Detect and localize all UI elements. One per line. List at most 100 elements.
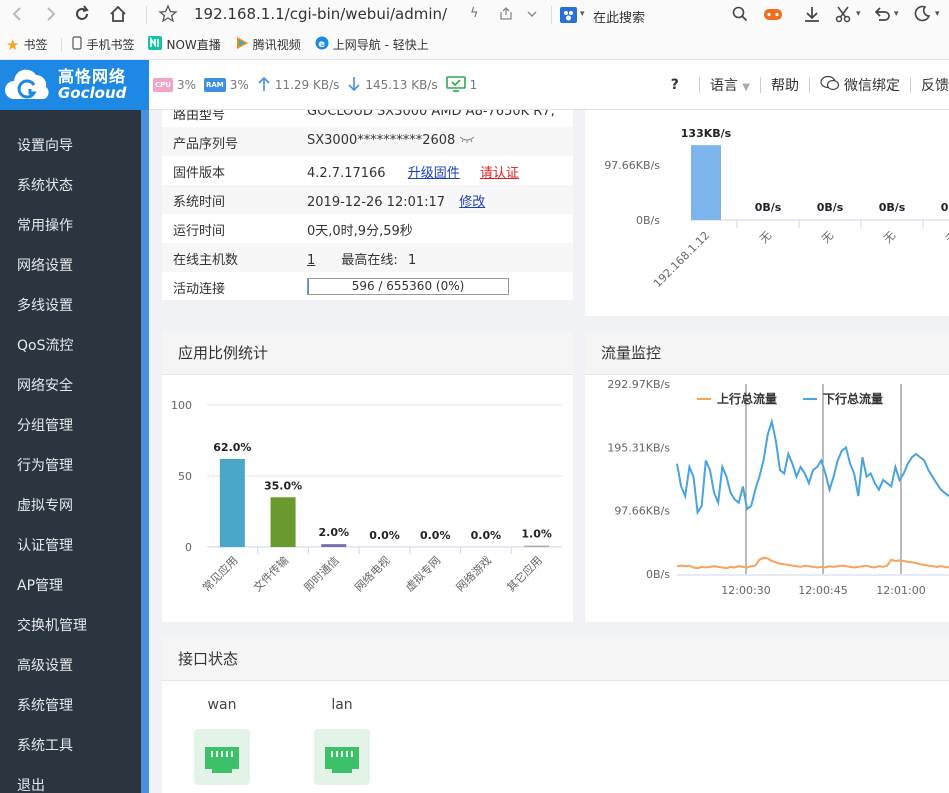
- toolbar-divider: [551, 6, 552, 24]
- y-tick-label: 0B/s: [636, 214, 660, 227]
- x-tick-label: 12:00:30: [721, 584, 770, 597]
- home-icon[interactable]: [108, 4, 128, 29]
- download-icon[interactable]: [802, 4, 822, 29]
- night-mode-dropdown-icon[interactable]: ▾: [935, 9, 940, 19]
- language-label: 语言: [709, 78, 738, 94]
- feedback-link[interactable]: 反馈: [921, 75, 949, 95]
- eye-closed-icon[interactable]: [459, 133, 475, 148]
- x-tick-label: 网络电视: [352, 553, 393, 594]
- online-hosts-label: 在线主机数: [173, 253, 239, 268]
- sidebar-item-behavior[interactable]: 行为管理: [0, 446, 141, 486]
- undo-icon[interactable]: [872, 4, 892, 29]
- share-icon[interactable]: [498, 6, 514, 27]
- x-tick-label: 即时通信: [302, 554, 342, 594]
- x-tick-label: 无: [757, 229, 774, 246]
- brand-logo[interactable]: 高恪网络 Gocloud: [0, 60, 149, 110]
- y-tick-label: 97.66KB/s: [614, 505, 670, 518]
- forward-icon[interactable]: [40, 4, 60, 29]
- online-hosts-value[interactable]: 1: [307, 253, 315, 268]
- edit-time-link[interactable]: 修改: [459, 195, 485, 210]
- search-engine-icon[interactable]: [560, 7, 577, 23]
- max-online-label: 最高在线:: [341, 253, 398, 268]
- ethernet-port-icon: [314, 729, 370, 785]
- scissors-dropdown-icon[interactable]: ▾: [856, 9, 861, 19]
- header-divider: [809, 77, 810, 93]
- search-engine-dropdown-icon[interactable]: ▾: [580, 9, 585, 19]
- toolbar-divider: [146, 6, 147, 24]
- sidebar-item-system-admin[interactable]: 系统管理: [0, 686, 141, 726]
- monitor-check-icon: [445, 75, 466, 95]
- help-link[interactable]: 帮助: [771, 75, 799, 95]
- x-tick-label: 网络游戏: [453, 553, 494, 594]
- dropdown-icon[interactable]: [526, 6, 538, 27]
- star-icon[interactable]: [158, 4, 178, 29]
- interface-status-panel: 接口状态 wan lan: [162, 637, 949, 793]
- x-tick-label: 常见应用: [199, 553, 240, 594]
- upgrade-firmware-link[interactable]: 升级固件: [408, 166, 460, 181]
- authenticate-link[interactable]: 请认证: [480, 166, 519, 181]
- sidebar-item-security[interactable]: 网络安全: [0, 366, 141, 406]
- download-value: 145.13 KB/s: [365, 78, 438, 92]
- y-tick-label: 97.66KB/s: [604, 159, 660, 172]
- serial-label: 产品序列号: [173, 137, 239, 152]
- bookmark-navigation[interactable]: e 上网导航 - 轻快上: [315, 36, 429, 54]
- x-tick-label: 无: [881, 229, 898, 246]
- sidebar-item-advanced[interactable]: 高级设置: [0, 646, 141, 686]
- bookmark-favorites[interactable]: ★ 书签: [6, 36, 47, 54]
- sidebar-item-system-status[interactable]: 系统状态: [0, 166, 141, 206]
- info-row-time: 系统时间 2019-12-26 12:01:17 修改: [162, 185, 573, 214]
- night-mode-icon[interactable]: [912, 4, 932, 29]
- scissors-icon[interactable]: [834, 4, 854, 29]
- ethernet-port-icon: [194, 729, 250, 785]
- bar: [270, 497, 296, 547]
- wechat-bind-label: 微信绑定: [844, 78, 900, 94]
- sidebar-item-qos[interactable]: QoS流控: [0, 326, 141, 366]
- sidebar-item-tools[interactable]: 系统工具: [0, 726, 141, 766]
- language-menu[interactable]: 语言 ▼: [710, 75, 750, 95]
- model-label: 路由型号: [173, 110, 226, 123]
- sidebar-item-network-settings[interactable]: 网络设置: [0, 246, 141, 286]
- sidebar-item-auth[interactable]: 认证管理: [0, 526, 141, 566]
- sidebar-item-ap[interactable]: AP管理: [0, 566, 141, 606]
- undo-dropdown-icon[interactable]: ▾: [894, 9, 899, 19]
- header-divider: [910, 77, 911, 93]
- ram-stat: RAM 3%: [204, 78, 249, 92]
- sidebar-item-common-ops[interactable]: 常用操作: [0, 206, 141, 246]
- address-bar[interactable]: 192.168.1.1/cgi-bin/webui/admin/: [194, 5, 447, 23]
- sidebar-item-logout[interactable]: 退出: [0, 766, 141, 793]
- star-filled-icon: ★: [6, 35, 20, 54]
- bookmark-tencent-video[interactable]: 腾讯视频: [235, 36, 301, 54]
- x-tick-label: 虚拟专网: [402, 553, 443, 594]
- back-icon[interactable]: [8, 4, 28, 29]
- online-stat[interactable]: 1: [445, 75, 477, 95]
- info-row-connections: 活动连接 596 / 655360 (0%): [162, 272, 573, 301]
- bookmark-mobile[interactable]: 手机书签: [72, 35, 134, 54]
- brand-name-en: Gocloud: [58, 83, 127, 102]
- sidebar-item-setup-wizard[interactable]: 设置向导: [0, 126, 141, 166]
- game-icon[interactable]: [762, 3, 784, 29]
- port-wan[interactable]: wan: [194, 697, 250, 785]
- now-live-icon: [148, 35, 163, 54]
- sidebar-item-vpn[interactable]: 虚拟专网: [0, 486, 141, 526]
- app-ratio-title: 应用比例统计: [162, 331, 573, 375]
- bar: [219, 458, 245, 547]
- flash-icon[interactable]: ϟ: [470, 6, 479, 21]
- wechat-bind-button[interactable]: 微信绑定: [820, 75, 900, 95]
- host-traffic-panel: 97.66KB/s 0B/s 133KB/s 192.168.1.12 0B/s 无 0B/…: [585, 110, 949, 316]
- cloud-logo-icon: [4, 65, 54, 105]
- sidebar-item-groups[interactable]: 分组管理: [0, 406, 141, 446]
- x-tick-label: 12:00:45: [798, 584, 847, 597]
- series-line: [676, 556, 949, 570]
- cpu-stat: CPU 3%: [153, 78, 196, 92]
- help-question-icon[interactable]: ?: [671, 77, 679, 93]
- bookmark-now-live[interactable]: NOW直播: [148, 35, 221, 54]
- sidebar-item-multiline[interactable]: 多线设置: [0, 286, 141, 326]
- search-input[interactable]: 在此搜索: [593, 7, 645, 26]
- sidebar-item-switch[interactable]: 交换机管理: [0, 606, 141, 646]
- search-icon[interactable]: [731, 5, 749, 28]
- firmware-value: 4.2.7.17166: [307, 166, 386, 181]
- ram-value: 3%: [229, 78, 249, 92]
- reload-icon[interactable]: [72, 4, 92, 29]
- port-lan[interactable]: lan: [314, 697, 370, 785]
